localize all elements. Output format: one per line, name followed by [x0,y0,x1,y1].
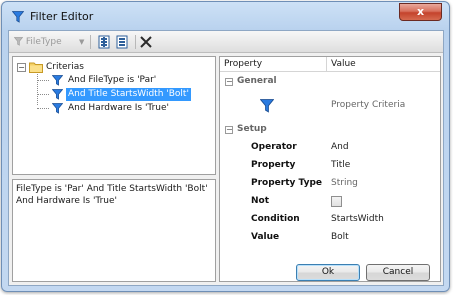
add-condition-icon[interactable] [115,35,129,49]
tree-root-label: Criterias [46,62,84,72]
category-label: General [237,76,277,86]
filter-icon [12,11,24,23]
column-divider[interactable] [326,57,327,72]
property-row-property-type[interactable]: Property Type String [220,176,440,192]
property-name: Operator [251,142,297,152]
tree-connector [37,74,38,105]
toolbar: FileType ▼ [9,31,443,53]
delete-icon[interactable] [139,35,153,49]
filter-icon [52,75,63,86]
cancel-button[interactable]: Cancel [366,264,430,281]
property-value[interactable]: Bolt [331,232,349,242]
tree-item-label: And Title StartsWidth 'Bolt' [66,88,191,101]
filter-icon [13,37,24,46]
property-name: Value [251,232,280,242]
category-general[interactable]: − General [220,74,440,90]
property-name: Not [251,196,270,206]
property-name: Condition [251,214,300,224]
property-value: String [331,178,358,188]
collapse-icon[interactable]: − [225,78,233,86]
filter-editor-window: Filter Editor x FileType ▼ − Criterias A… [1,1,450,292]
add-group-icon[interactable] [97,35,111,49]
header-property: Property [224,59,263,69]
filter-icon [52,103,63,114]
toolbar-separator [90,35,91,49]
tree-item-label: And Hardware Is 'True' [68,103,170,113]
tree-connector [37,80,49,81]
not-checkbox[interactable] [331,196,342,207]
property-value[interactable]: And [331,142,349,152]
property-name: Property [251,160,296,170]
category-label: Setup [237,124,267,134]
close-button[interactable]: x [399,3,442,21]
category-setup[interactable]: − Setup [220,122,440,138]
filter-expression-text[interactable]: FileType is 'Par' And Title StartsWidth … [12,179,216,282]
tree-connector [37,94,49,95]
property-grid[interactable]: Property Value − General Property Criter… [219,56,441,282]
property-row-value[interactable]: Value Bolt [220,230,440,246]
dialog-body: FileType ▼ − Criterias And FileType is '… [8,30,444,286]
collapse-icon[interactable]: − [225,126,233,134]
folder-icon [29,62,43,73]
property-value: Property Criteria [331,100,406,110]
ok-button[interactable]: Ok [296,264,360,281]
property-row-condition[interactable]: Condition StartsWidth [220,212,440,228]
criteria-tree[interactable]: − Criterias And FileType is 'Par' And Ti… [12,56,216,175]
property-row-operator[interactable]: Operator And [220,140,440,156]
chevron-down-icon[interactable]: ▼ [79,35,84,49]
property-value[interactable]: Title [331,160,350,170]
property-grid-header: Property Value [220,57,440,72]
tree-connector [37,108,49,109]
window-title: Filter Editor [30,10,94,23]
filter-icon [260,99,274,113]
property-value[interactable]: StartsWidth [331,214,384,224]
property-row-not[interactable]: Not [220,194,440,210]
filetype-label: FileType [25,37,62,47]
property-row-property[interactable]: Property Title [220,158,440,174]
title-bar: Filter Editor x [2,2,449,30]
filter-icon [52,89,63,100]
toolbar-separator [135,35,136,49]
property-row-criteria[interactable]: Property Criteria [220,98,440,114]
property-name: Property Type [251,178,322,188]
filetype-filter-dropdown[interactable]: FileType [13,35,62,49]
header-value: Value [331,59,356,69]
tree-item-label: And FileType is 'Par' [68,75,157,85]
collapse-icon[interactable]: − [17,63,26,72]
